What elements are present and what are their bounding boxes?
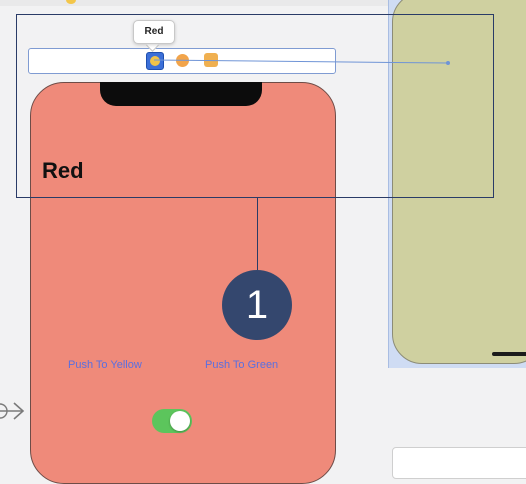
highlight-rectangle [16,14,494,198]
callout-line [257,198,258,270]
callout-number-badge: 1 [222,270,292,340]
object-library-field[interactable] [392,447,526,479]
